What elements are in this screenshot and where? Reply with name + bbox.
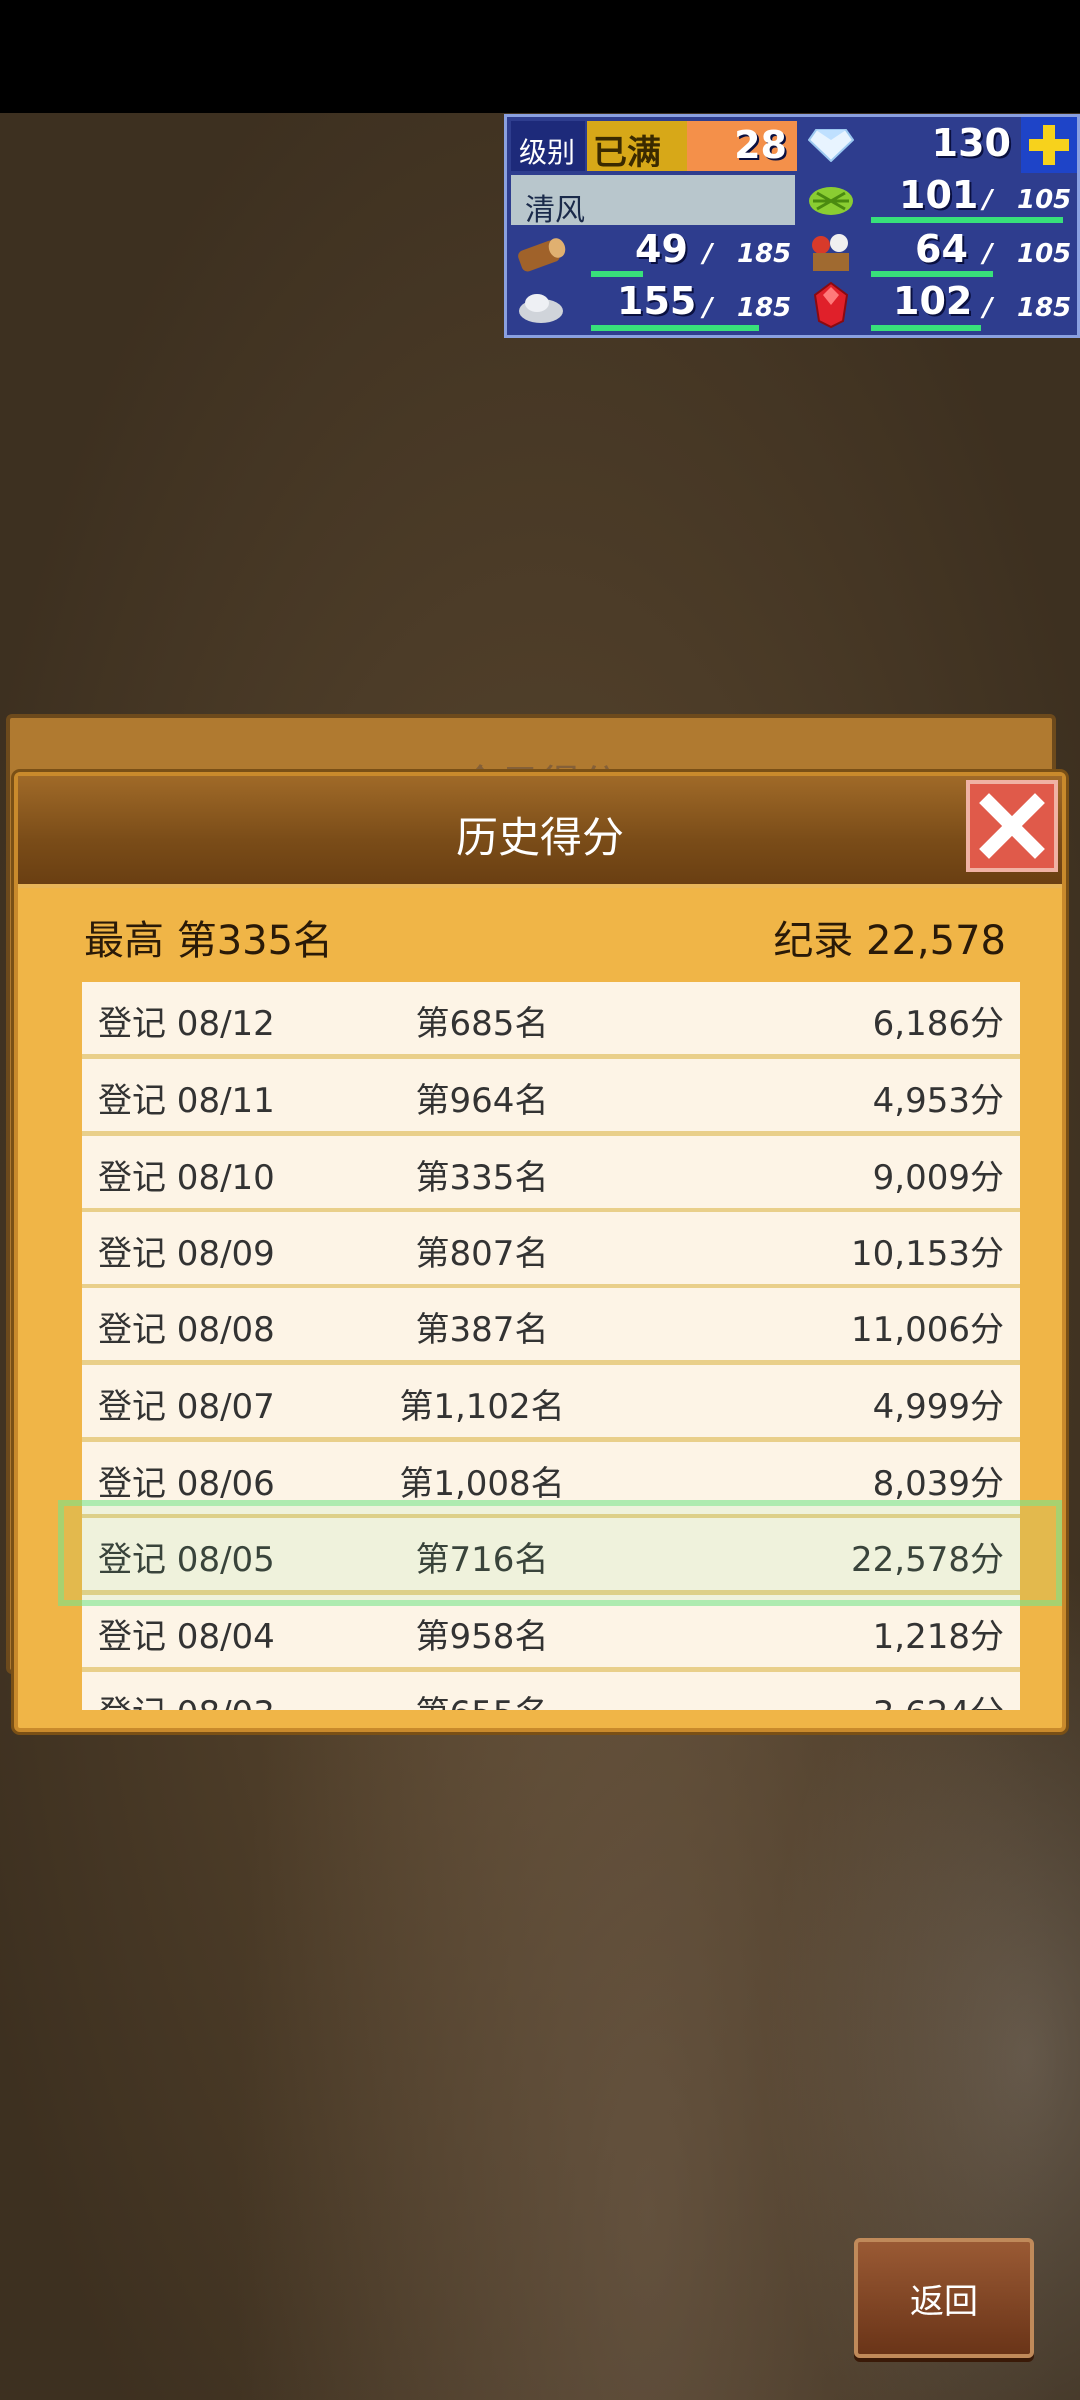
list-item[interactable]: 登记 08/08 第387名 11,006分 bbox=[82, 1288, 1020, 1360]
stone-bar bbox=[591, 325, 759, 331]
list-item[interactable]: 登记 08/03 第655名 3,624分 bbox=[82, 1672, 1020, 1710]
level-value-cell: 28 bbox=[687, 121, 797, 171]
row-date: 登记 08/12 bbox=[98, 1004, 275, 1044]
row-date: 登记 08/08 bbox=[98, 1310, 275, 1350]
highlight-frame bbox=[58, 1500, 1062, 1606]
status-bar bbox=[0, 0, 1080, 113]
stone-max: 185 bbox=[737, 293, 792, 323]
food-max: 105 bbox=[1017, 239, 1072, 269]
row-date: 登记 08/04 bbox=[98, 1617, 275, 1657]
level-value: 28 bbox=[734, 123, 787, 167]
row-rank: 第655名 bbox=[347, 1686, 617, 1710]
level-max-badge: 已满 bbox=[587, 121, 687, 173]
gems-value: 130 bbox=[931, 121, 1011, 165]
ruby-slash: / bbox=[983, 293, 993, 323]
wood-slash: / bbox=[703, 239, 713, 269]
panel-header: 历史得分 bbox=[18, 776, 1062, 888]
stone-icon bbox=[513, 281, 569, 329]
grass-value: 101 bbox=[899, 173, 979, 217]
row-score: 6,186分 bbox=[872, 1004, 1004, 1044]
grass-bar bbox=[871, 217, 1063, 223]
row-score: 11,006分 bbox=[851, 1310, 1004, 1350]
row-rank: 第1,008名 bbox=[399, 1464, 565, 1504]
food-value: 64 bbox=[915, 227, 968, 271]
best-rank: 最高 第335名 bbox=[84, 918, 334, 964]
row-score: 10,153分 bbox=[851, 1234, 1004, 1274]
wood-log-icon bbox=[513, 229, 569, 277]
list-item[interactable]: 登记 08/11 第964名 4,953分 bbox=[82, 1059, 1020, 1131]
row-rank: 第685名 bbox=[415, 1004, 549, 1044]
panel-title: 历史得分 bbox=[455, 813, 624, 862]
stone-slash: / bbox=[703, 293, 713, 323]
back-button[interactable]: 返回 bbox=[854, 2238, 1034, 2358]
grass-max: 105 bbox=[1017, 185, 1072, 215]
ruby-icon bbox=[803, 281, 859, 329]
level-label-cell: 级别 bbox=[511, 121, 585, 171]
row-date: 登记 08/09 bbox=[98, 1234, 275, 1274]
row-rank: 第958名 bbox=[415, 1617, 549, 1657]
diamond-icon bbox=[803, 121, 859, 169]
row-score: 8,039分 bbox=[872, 1464, 1004, 1504]
row-score: 1,218分 bbox=[872, 1617, 1004, 1657]
food-basket-icon bbox=[803, 229, 859, 277]
row-date: 登记 08/03 bbox=[98, 1686, 275, 1710]
close-icon bbox=[979, 793, 1045, 859]
grass-icon bbox=[803, 175, 859, 223]
row-date: 登记 08/11 bbox=[98, 1081, 275, 1121]
ruby-bar bbox=[871, 325, 981, 331]
player-name: 清风 bbox=[525, 193, 585, 228]
level-label: 级别 bbox=[519, 136, 576, 169]
list-item[interactable]: 登记 08/10 第335名 9,009分 bbox=[82, 1136, 1020, 1208]
grass-slash: / bbox=[983, 185, 993, 215]
row-rank: 第387名 bbox=[415, 1310, 549, 1350]
list-item[interactable]: 登记 08/09 第807名 10,153分 bbox=[82, 1212, 1020, 1284]
wood-bar bbox=[591, 271, 643, 277]
close-button[interactable] bbox=[966, 780, 1058, 872]
row-date: 登记 08/06 bbox=[98, 1464, 275, 1504]
list-item[interactable]: 登记 08/12 第685名 6,186分 bbox=[82, 982, 1020, 1054]
wood-value: 49 bbox=[635, 227, 688, 271]
add-gems-button[interactable] bbox=[1021, 117, 1077, 173]
row-date: 登记 08/10 bbox=[98, 1158, 275, 1198]
row-score: 4,953分 bbox=[872, 1081, 1004, 1121]
list-item[interactable]: 登记 08/07 第1,102名 4,999分 bbox=[82, 1365, 1020, 1437]
back-button-label: 返回 bbox=[910, 2281, 978, 2322]
row-rank: 第1,102名 bbox=[399, 1387, 565, 1427]
row-score: 4,999分 bbox=[872, 1387, 1004, 1427]
ruby-max: 185 bbox=[1017, 293, 1072, 323]
row-score: 3,624分 bbox=[873, 1686, 1004, 1710]
wood-max: 185 bbox=[737, 239, 792, 269]
food-slash: / bbox=[983, 239, 993, 269]
player-name-cell: 清风 bbox=[511, 175, 795, 228]
stone-value: 155 bbox=[617, 279, 697, 323]
row-date: 登记 08/07 bbox=[98, 1387, 275, 1427]
resource-hud: 级别 已满 28 130 清风 101 / 105 49 / 185 64 / … bbox=[504, 114, 1080, 338]
row-rank: 第335名 bbox=[415, 1158, 549, 1198]
record-score: 纪录 22,578 bbox=[773, 918, 1006, 964]
row-score: 9,009分 bbox=[872, 1158, 1004, 1198]
row-rank: 第964名 bbox=[415, 1081, 549, 1121]
food-bar bbox=[871, 271, 993, 277]
row-rank: 第807名 bbox=[415, 1234, 549, 1274]
ruby-value: 102 bbox=[893, 279, 973, 323]
